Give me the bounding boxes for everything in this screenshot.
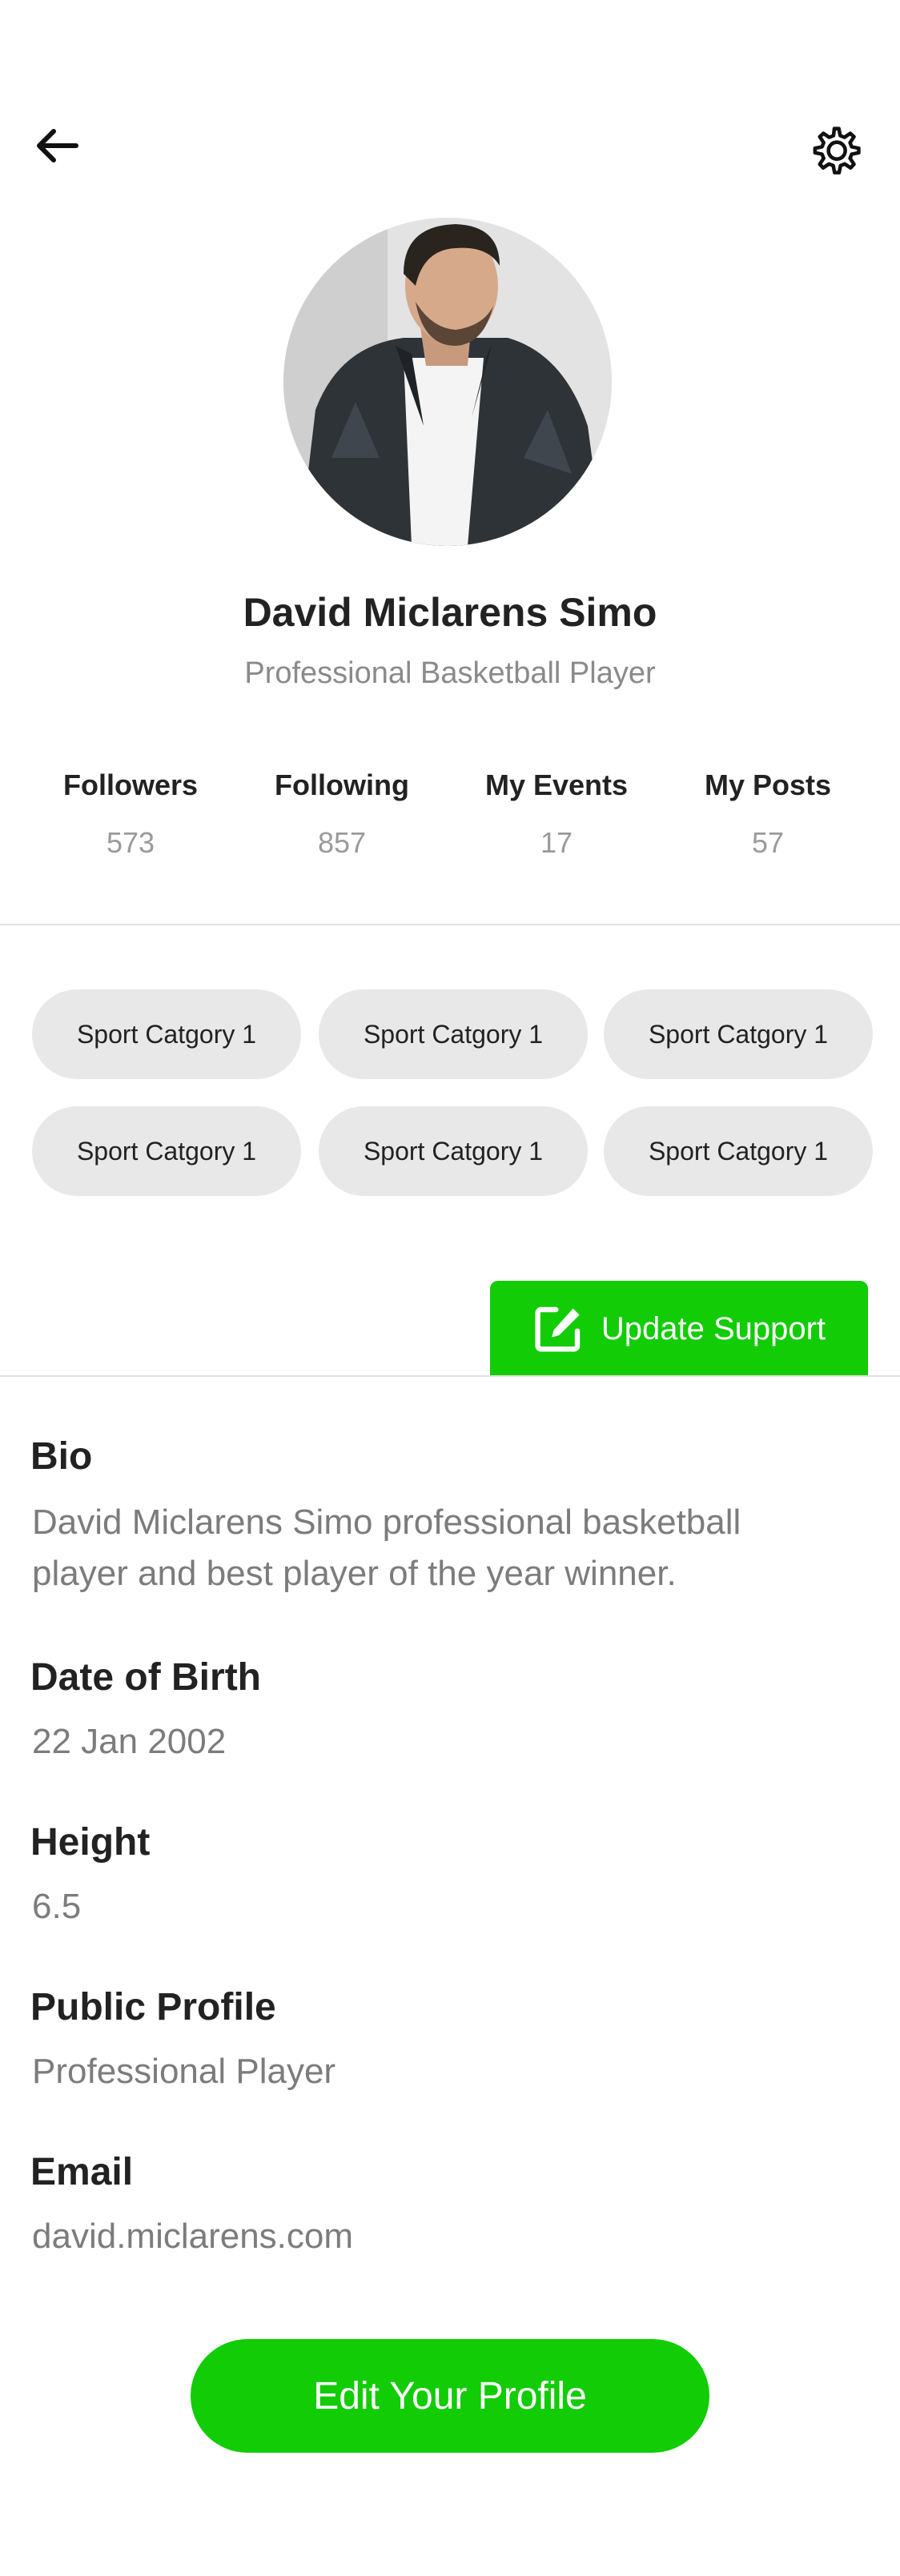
bio-label: Bio <box>30 1435 93 1478</box>
dob-label: Date of Birth <box>30 1656 261 1699</box>
category-chip[interactable]: Sport Catgory 1 <box>604 989 873 1079</box>
divider <box>0 924 900 925</box>
stat-my-events[interactable]: My Events 17 <box>460 768 653 860</box>
stats-row: Followers 573 Following 857 My Events 17… <box>0 768 900 865</box>
public-profile-value: Professional Player <box>32 2052 336 2091</box>
back-button[interactable] <box>32 120 83 171</box>
stat-followers[interactable]: Followers 573 <box>34 768 227 860</box>
avatar <box>283 218 612 546</box>
stat-value: 17 <box>540 826 573 859</box>
update-support-button[interactable]: Update Support <box>490 1281 868 1377</box>
edit-icon <box>535 1306 581 1352</box>
category-chip[interactable]: Sport Catgory 1 <box>604 1106 873 1196</box>
profile-name: David Miclarens Simo <box>243 590 657 635</box>
stat-label: Followers <box>62 768 199 801</box>
category-chip[interactable]: Sport Catgory 1 <box>32 989 301 1079</box>
email-label: Email <box>30 2151 134 2193</box>
stat-value: 57 <box>751 826 785 859</box>
arrow-left-icon <box>37 129 78 163</box>
divider <box>0 1375 900 1377</box>
stat-label: Following <box>275 768 409 801</box>
bio-line-2: player and best player of the year winne… <box>32 1554 677 1593</box>
dob-value: 22 Jan 2002 <box>32 1722 227 1761</box>
category-chip[interactable]: Sport Catgory 1 <box>319 1106 588 1196</box>
category-chip[interactable]: Sport Catgory 1 <box>319 989 588 1079</box>
stat-label: My Posts <box>704 768 832 801</box>
stat-value: 573 <box>106 826 155 859</box>
bio-line-1: David Miclarens Simo professional basket… <box>32 1503 741 1542</box>
stat-value: 857 <box>317 826 367 859</box>
public-profile-label: Public Profile <box>30 1986 276 2028</box>
settings-button[interactable] <box>799 115 870 186</box>
height-label: Height <box>30 1821 151 1864</box>
profile-role: Professional Basketball Player <box>244 656 656 690</box>
stat-my-posts[interactable]: My Posts 57 <box>672 768 864 860</box>
gear-icon <box>813 126 861 175</box>
bio-value: David Miclarens Simo professional basket… <box>32 1497 865 1599</box>
edit-profile-button[interactable]: Edit Your Profile <box>191 2339 709 2453</box>
update-support-label: Update Support <box>601 1310 826 1346</box>
stat-following[interactable]: Following 857 <box>246 768 438 860</box>
height-value: 6.5 <box>32 1887 82 1926</box>
email-value: david.miclarens.com <box>32 2217 354 2256</box>
stat-label: My Events <box>484 768 629 801</box>
category-chip[interactable]: Sport Catgory 1 <box>32 1106 301 1196</box>
